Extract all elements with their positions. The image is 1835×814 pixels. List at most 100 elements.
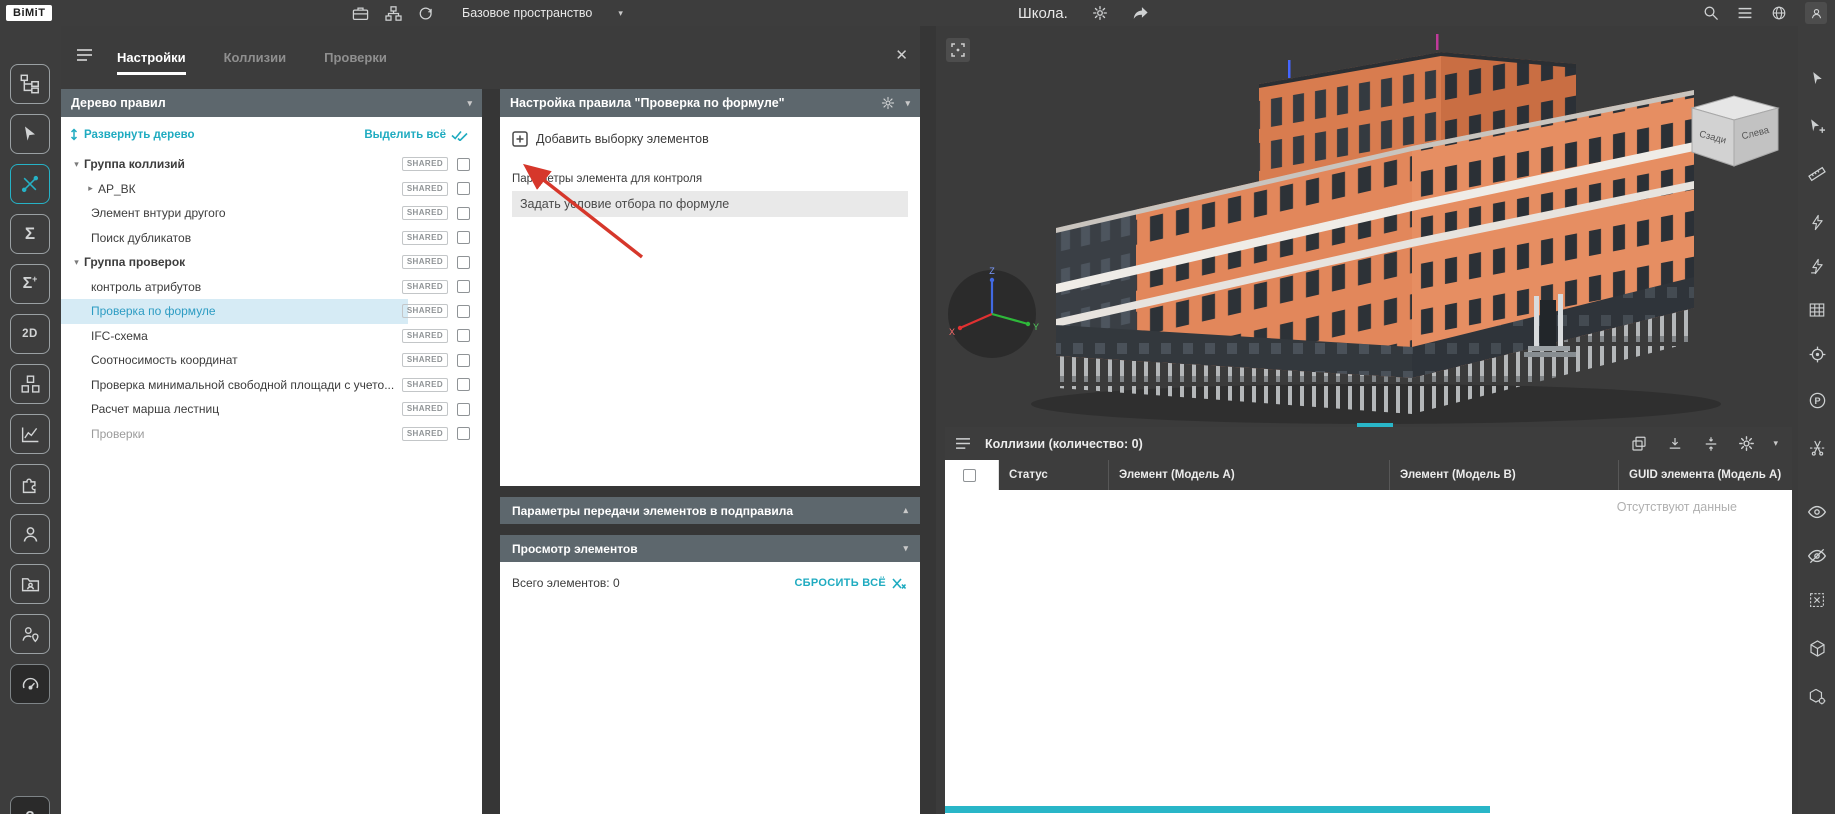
column-header-status[interactable]: Статус	[999, 460, 1109, 490]
row-checkbox[interactable]	[457, 158, 470, 171]
column-header-guid[interactable]: GUID элемента (Модель A)	[1619, 460, 1792, 490]
row-checkbox[interactable]	[457, 280, 470, 293]
visibility-tool[interactable]	[1805, 500, 1829, 524]
rule-settings-header[interactable]: Настройка правила "Проверка по формуле" …	[500, 89, 920, 117]
search-icon[interactable]	[1703, 5, 1719, 21]
transfer-params-header[interactable]: Параметры передачи элементов в подправил…	[500, 497, 920, 524]
row-checkbox[interactable]	[457, 329, 470, 342]
sum-tool[interactable]: Σ	[10, 214, 50, 254]
tree-item-checks-group[interactable]: ▾ Группа проверок SHARED	[61, 250, 482, 275]
collapse-arrow-icon[interactable]: ▸	[83, 183, 98, 194]
model-blocks-tool[interactable]	[10, 364, 50, 404]
model-cube-tool[interactable]	[1805, 636, 1829, 660]
row-checkbox[interactable]	[457, 354, 470, 367]
quick-action-tool[interactable]	[1805, 210, 1829, 234]
measure-ruler-tool[interactable]	[1805, 162, 1829, 186]
formula-condition-field[interactable]: Задать условие отбора по формуле	[512, 191, 908, 217]
model-cube-settings-tool[interactable]	[1805, 684, 1829, 708]
clash-detection-tool[interactable]	[10, 164, 50, 204]
expand-arrow-icon[interactable]: ▾	[69, 159, 84, 170]
visibility-off-tool[interactable]	[1805, 544, 1829, 568]
zoom-fit-button[interactable]	[946, 38, 970, 62]
tree-item-min-area[interactable]: Проверка минимальной свободной площади с…	[61, 373, 482, 398]
rule-settings-gear-icon[interactable]	[881, 96, 895, 110]
view-2d-tool[interactable]: 2D	[10, 314, 50, 354]
parking-plan-tool[interactable]: P	[1805, 388, 1829, 412]
user-profile-icon[interactable]	[1805, 2, 1827, 24]
row-checkbox[interactable]	[457, 427, 470, 440]
tree-item-ar-vk[interactable]: ▸ АР_ВК SHARED	[61, 177, 482, 202]
row-checkbox[interactable]	[457, 378, 470, 391]
select-cursor-tool[interactable]	[1805, 66, 1829, 90]
share-forward-icon[interactable]	[1132, 6, 1149, 21]
select-all-checkbox[interactable]	[963, 469, 976, 482]
analytics-chart-tool[interactable]	[10, 414, 50, 454]
select-cursor-tool[interactable]	[10, 114, 50, 154]
settings-gear-icon[interactable]	[1092, 5, 1108, 21]
row-checkbox[interactable]	[457, 256, 470, 269]
fit-extents-icon	[951, 43, 965, 57]
tree-item-collision-group[interactable]: ▾ Группа коллизий SHARED	[61, 152, 482, 177]
fit-rows-icon[interactable]	[1702, 435, 1720, 453]
workspace-selector[interactable]: Базовое пространство ▾	[462, 0, 623, 26]
focus-target-tool[interactable]	[1805, 342, 1829, 366]
shared-folder-tool[interactable]	[10, 564, 50, 604]
row-checkbox[interactable]	[457, 231, 470, 244]
column-header-element-b[interactable]: Элемент (Модель B)	[1390, 460, 1619, 490]
row-checkbox[interactable]	[457, 182, 470, 195]
grid-table-tool[interactable]	[1805, 298, 1829, 322]
user-tool[interactable]	[10, 514, 50, 554]
panel-resize-handle[interactable]	[1357, 423, 1393, 427]
dashboard-gauge-tool[interactable]	[10, 664, 50, 704]
add-selection-tool[interactable]	[1805, 114, 1829, 138]
tab-settings[interactable]: Настройки	[117, 50, 186, 75]
tree-item-duplicates[interactable]: Поиск дубликатов SHARED	[61, 226, 482, 251]
user-location-tool[interactable]	[10, 614, 50, 654]
help-button[interactable]: ?	[10, 796, 50, 814]
app-logo[interactable]: BiMiT	[6, 5, 52, 21]
tree-item-stairs[interactable]: Расчет марша лестниц SHARED	[61, 397, 482, 422]
sum-add-tool[interactable]: Σ+	[10, 264, 50, 304]
time-globe-icon[interactable]	[1771, 5, 1787, 21]
export-download-icon[interactable]	[1666, 435, 1684, 453]
panel-menu-icon[interactable]	[76, 48, 93, 62]
view-elements-header[interactable]: Просмотр элементов ▾	[500, 535, 920, 562]
row-checkbox[interactable]	[457, 403, 470, 416]
select-all-link[interactable]: Выделить всё	[364, 129, 468, 141]
view-cube[interactable]: Сзади Слева	[1678, 84, 1790, 170]
tree-item-formula-check[interactable]: Проверка по формуле SHARED	[61, 299, 482, 324]
tree-item-coords[interactable]: Соотносимость координат SHARED	[61, 348, 482, 373]
collapse-chevron-icon[interactable]: ▾	[1773, 439, 1778, 448]
chevron-down-icon[interactable]: ▾	[618, 9, 623, 18]
tree-item-checks[interactable]: Проверки SHARED	[61, 422, 482, 447]
rule-settings-panel: Настройка правила "Проверка по формуле" …	[500, 89, 920, 814]
tree-item-ifc-schema[interactable]: IFC-схема SHARED	[61, 324, 482, 349]
expand-tree-link[interactable]: Развернуть дерево	[69, 128, 195, 141]
row-checkbox[interactable]	[457, 207, 470, 220]
close-panel-button[interactable]: ✕	[895, 46, 908, 64]
tab-collisions[interactable]: Коллизии	[224, 50, 287, 75]
reset-all-link[interactable]: СБРОСИТЬ ВСЁ	[794, 577, 906, 590]
section-cut-tool[interactable]	[1805, 434, 1829, 458]
structure-nodes-icon[interactable]	[385, 6, 402, 21]
model-tree-tool[interactable]	[10, 64, 50, 104]
expand-arrow-icon[interactable]: ▾	[69, 257, 84, 268]
workspace-case-icon[interactable]	[352, 6, 369, 21]
list-view-icon[interactable]	[1737, 6, 1753, 20]
column-header-element-a[interactable]: Элемент (Модель A)	[1109, 460, 1390, 490]
add-selection-button[interactable]: Добавить выборку элементов	[500, 117, 920, 147]
tree-item-attr-control[interactable]: контроль атрибутов SHARED	[61, 275, 482, 300]
deselect-square-tool[interactable]	[1805, 588, 1829, 612]
plus-square-icon	[512, 131, 528, 147]
rules-tree-header[interactable]: Дерево правил ▾	[61, 89, 482, 117]
panel-menu-icon[interactable]	[955, 437, 971, 450]
sync-globe-icon[interactable]	[418, 6, 435, 21]
settings-gear-icon[interactable]	[1738, 435, 1755, 452]
row-checkbox[interactable]	[457, 305, 470, 318]
axis-gizmo[interactable]: Z X Y	[940, 262, 1044, 366]
plugins-puzzle-tool[interactable]	[10, 464, 50, 504]
quick-action-alt-tool[interactable]	[1805, 254, 1829, 278]
tree-item-element-inside[interactable]: Элемент внтури другого SHARED	[61, 201, 482, 226]
tab-checks[interactable]: Проверки	[324, 50, 387, 75]
duplicate-cards-icon[interactable]	[1630, 435, 1648, 453]
